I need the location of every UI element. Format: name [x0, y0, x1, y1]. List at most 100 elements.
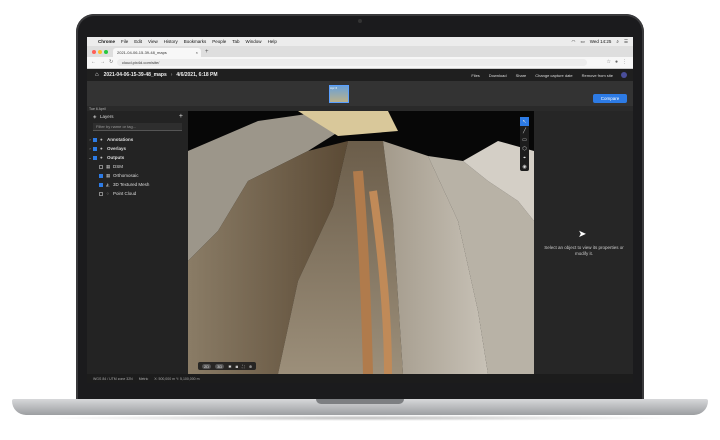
overlays-checkbox[interactable]	[93, 146, 97, 151]
menu-history[interactable]: History	[164, 39, 178, 44]
forward-icon[interactable]: →	[100, 59, 105, 65]
cursor-icon: ➤	[578, 229, 587, 240]
annotations-checkbox[interactable]	[93, 137, 97, 142]
outputs-icon: ●	[100, 155, 103, 160]
share-button[interactable]: Share	[516, 73, 527, 78]
menu-edit[interactable]: Edit	[134, 39, 142, 44]
crs-readout[interactable]: WGS 84 / UTM zone 32N	[93, 377, 133, 381]
layer-item-orthomosaic[interactable]: ▦ Orthomosaic	[87, 171, 188, 180]
window-controls	[92, 50, 110, 54]
measure-toolbar: ↖ ╱ ▭ ⬡ ⌖ ◉	[520, 117, 529, 171]
minimize-window-icon[interactable]	[98, 50, 102, 54]
outputs-checkbox[interactable]	[93, 155, 97, 160]
volume-tool-icon[interactable]: ⬡	[520, 144, 529, 153]
capture-thumbnail[interactable]: Apr 6	[329, 85, 349, 103]
marker-tool-icon[interactable]: ⌖	[520, 153, 529, 162]
pin-tool-icon[interactable]: ◉	[520, 162, 529, 171]
laptop-shadow	[40, 415, 680, 421]
settings-icon[interactable]: ✱	[228, 364, 231, 369]
units-select[interactable]: Metric	[139, 377, 149, 381]
layer-item-dsm[interactable]: ▦ DSM	[87, 162, 188, 171]
star-icon[interactable]: ☆	[606, 59, 610, 65]
control-center-icon[interactable]: ☰	[624, 39, 628, 45]
dsm-checkbox[interactable]	[99, 164, 103, 169]
layer-label: Overlays	[107, 146, 127, 151]
url-field[interactable]: cloud.pix4d.com/site/	[117, 59, 587, 66]
layer-item-mesh[interactable]: ◭ 3D Textured Mesh	[87, 180, 188, 189]
status-bar: WGS 84 / UTM zone 32N Metric X: 500,000 …	[87, 374, 633, 383]
layer-item-point-cloud[interactable]: ⁘ Point Cloud	[87, 189, 188, 198]
menu-help[interactable]: Help	[268, 39, 277, 44]
overlays-icon: ●	[100, 146, 103, 151]
3d-viewport[interactable]: ↖ ╱ ▭ ⬡ ⌖ ◉ 2D 3D ✱ ◙ ⛶ ⊕	[188, 111, 534, 374]
layer-search-placeholder: Filter by name or tag...	[96, 124, 137, 129]
profile-icon[interactable]: ●	[615, 59, 618, 65]
layer-label: Orthomosaic	[113, 173, 139, 178]
close-tab-icon[interactable]: ×	[196, 50, 198, 55]
files-button[interactable]: Files	[471, 73, 479, 78]
menu-people[interactable]: People	[212, 39, 226, 44]
select-tool-icon[interactable]: ↖	[520, 117, 529, 126]
new-tab-icon[interactable]: +	[205, 49, 209, 55]
wifi-icon[interactable]: ◠	[572, 39, 576, 45]
webcam	[358, 19, 362, 23]
layer-search-input[interactable]: Filter by name or tag...	[93, 123, 182, 131]
home-icon[interactable]: ⌂	[95, 72, 99, 78]
breadcrumb-project[interactable]: 2021-04-06-15-39-48_maps	[104, 72, 167, 78]
layers-panel: ◈ Layers + Filter by name or tag... › ● …	[87, 111, 188, 374]
zoom-icon[interactable]: ⊕	[249, 364, 252, 369]
dsm-icon: ▦	[106, 163, 111, 169]
coordinate-readout: X: 500,000 m Y: 5,100,000 m	[154, 376, 200, 381]
back-icon[interactable]: ←	[91, 59, 96, 65]
area-tool-icon[interactable]: ▭	[520, 135, 529, 144]
close-window-icon[interactable]	[92, 50, 96, 54]
menu-view[interactable]: View	[148, 39, 158, 44]
point-cloud-checkbox[interactable]	[99, 191, 103, 196]
battery-icon[interactable]: ▭	[580, 39, 584, 45]
reload-icon[interactable]: ↻	[109, 59, 113, 65]
point-cloud-icon: ⁘	[106, 190, 110, 196]
menu-file[interactable]: File	[121, 39, 128, 44]
menu-tab[interactable]: Tab	[232, 39, 239, 44]
app-header: ⌂ 2021-04-06-15-39-48_maps › 4/6/2021, 6…	[87, 69, 633, 81]
layer-label: Outputs	[107, 155, 125, 160]
address-bar: ← → ↻ cloud.pix4d.com/site/ ☆ ● ⋮	[87, 57, 633, 69]
layer-label: Annotations	[107, 137, 134, 142]
breadcrumb-date[interactable]: 4/6/2021, 6:18 PM	[176, 72, 217, 78]
timeline: Apr 6 Compare	[87, 81, 633, 106]
remove-from-site-button[interactable]: Remove from site	[582, 73, 613, 78]
orthomosaic-icon: ▦	[106, 172, 111, 178]
view-2d-button[interactable]: 2D	[202, 363, 212, 369]
layer-label: DSM	[113, 164, 123, 169]
layer-group-overlays[interactable]: › ● Overlays	[87, 144, 188, 153]
breadcrumb-separator-icon: ›	[170, 72, 173, 78]
maximize-window-icon[interactable]	[104, 50, 108, 54]
avatar[interactable]	[621, 72, 627, 78]
line-tool-icon[interactable]: ╱	[520, 126, 529, 135]
menu-bookmarks[interactable]: Bookmarks	[184, 39, 207, 44]
compare-button[interactable]: Compare	[593, 94, 627, 103]
change-capture-date-button[interactable]: Change capture date	[535, 73, 572, 78]
add-layer-icon[interactable]: +	[179, 113, 183, 120]
mesh-icon: ◭	[106, 181, 110, 187]
url-text: cloud.pix4d.com/site/	[122, 60, 160, 65]
orthomosaic-checkbox[interactable]	[99, 173, 103, 178]
layer-group-outputs[interactable]: ⌄ ● Outputs	[87, 153, 188, 162]
kebab-menu-icon[interactable]: ⋮	[622, 59, 627, 65]
layer-group-annotations[interactable]: › ● Annotations	[87, 135, 188, 144]
search-icon[interactable]: ⌕	[616, 39, 619, 44]
layer-label: 3D Textured Mesh	[113, 182, 150, 187]
clock[interactable]: Wed 14:25	[590, 39, 612, 44]
layers-header: ◈ Layers +	[87, 111, 188, 122]
tab-strip: 2021-04-06-15-39-48_maps × +	[87, 46, 633, 57]
view-3d-button[interactable]: 3D	[215, 363, 225, 369]
mesh-checkbox[interactable]	[99, 182, 103, 187]
download-button[interactable]: Download	[489, 73, 507, 78]
laptop-notch	[316, 399, 404, 404]
layer-label: Point Cloud	[113, 191, 137, 196]
menu-chrome[interactable]: Chrome	[98, 39, 115, 44]
camera-icon[interactable]: ◙	[236, 364, 238, 369]
fullscreen-icon[interactable]: ⛶	[242, 364, 245, 369]
browser-tab[interactable]: 2021-04-06-15-39-48_maps ×	[113, 48, 201, 57]
menu-window[interactable]: Window	[246, 39, 262, 44]
